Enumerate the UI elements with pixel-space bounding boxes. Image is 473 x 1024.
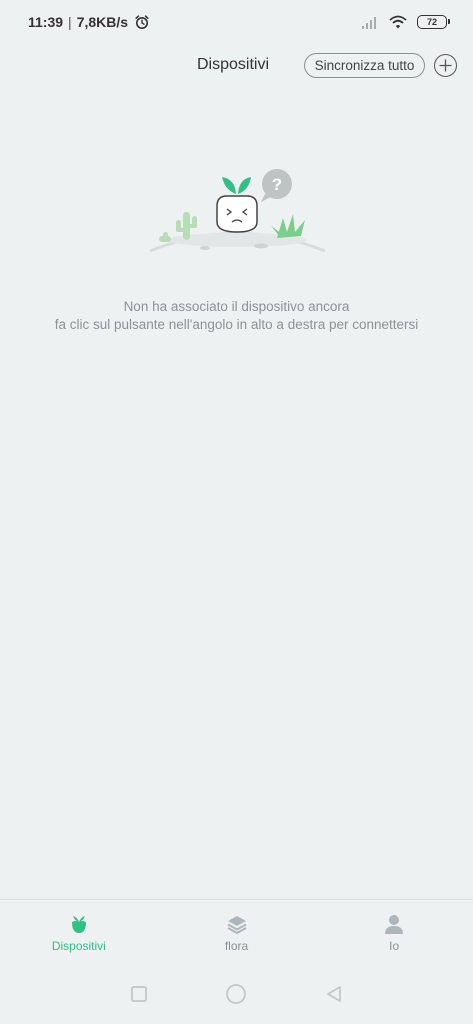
- signal-icon: [361, 15, 379, 29]
- bottom-nav: Dispositivi flora Io: [0, 899, 473, 961]
- status-right: 72: [361, 15, 450, 29]
- alarm-icon: [134, 14, 150, 30]
- status-left: 11:39 | 7,8KB/s: [28, 14, 150, 30]
- add-device-button[interactable]: [434, 54, 457, 77]
- back-triangle-icon[interactable]: [326, 986, 342, 1002]
- nav-label-flora: flora: [224, 939, 249, 953]
- square-icon[interactable]: [131, 986, 147, 1002]
- svg-text:?: ?: [272, 175, 282, 194]
- person-icon: [383, 913, 405, 935]
- network-speed: 7,8KB/s: [76, 14, 129, 30]
- circle-icon[interactable]: [225, 983, 247, 1005]
- wifi-icon: [389, 15, 407, 29]
- status-time: 11:39: [28, 14, 64, 30]
- empty-state-message: Non ha associato il dispositivo ancora: [123, 299, 350, 314]
- empty-state-hint: fa clic sul pulsante nell'angolo in alto…: [54, 317, 419, 332]
- sync-all-button[interactable]: Sincronizza tutto: [304, 53, 425, 78]
- plant-pot-icon: [68, 913, 90, 935]
- nav-label-io: Io: [389, 939, 400, 953]
- plus-circle-icon: [439, 59, 452, 72]
- nav-item-io[interactable]: Io: [315, 900, 473, 961]
- header: Dispositivi Sincronizza tutto: [0, 48, 473, 84]
- status-separator: |: [68, 14, 72, 30]
- status-bar: 11:39 | 7,8KB/s 72: [0, 0, 473, 44]
- page-title: Dispositivi: [197, 56, 270, 73]
- system-nav-bar: [0, 976, 473, 1016]
- battery-icon: 72: [417, 15, 450, 29]
- nav-item-flora[interactable]: flora: [158, 900, 316, 961]
- nav-label-dispositivi: Dispositivi: [51, 939, 106, 953]
- layers-icon: [226, 913, 248, 935]
- nav-item-dispositivi[interactable]: Dispositivi: [0, 900, 158, 961]
- empty-state-illustration: ?: [145, 166, 330, 260]
